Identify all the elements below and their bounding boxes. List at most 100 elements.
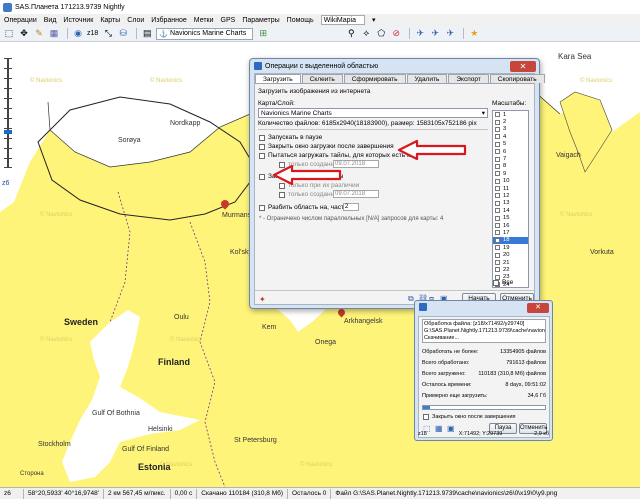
split-parts-input[interactable]: 2 xyxy=(343,203,359,211)
scale-item[interactable]: 7 xyxy=(493,155,528,162)
scale-item[interactable]: 19 xyxy=(493,244,528,251)
scale-item[interactable]: 18 xyxy=(493,236,528,245)
date-field-2[interactable]: 09.07.2018 xyxy=(333,190,379,198)
zoom-slider[interactable] xyxy=(4,58,12,168)
dialog-titlebar[interactable]: Операции с выделенной областью ✕ xyxy=(250,59,539,73)
menu-dropdown-icon[interactable]: ▾ xyxy=(372,16,376,24)
scale-label: 5 xyxy=(503,141,507,148)
scale-checkbox xyxy=(495,156,500,162)
scale-item[interactable]: 10 xyxy=(493,178,528,185)
menu-item-help[interactable]: Помощь xyxy=(287,17,314,24)
menu-item-favorites[interactable]: Избранное xyxy=(151,17,186,24)
menu-item-operations[interactable]: Операции xyxy=(4,17,37,24)
favorites-star-icon[interactable]: ★ xyxy=(468,28,480,40)
scale-item[interactable]: 13 xyxy=(493,200,528,207)
satellite-3-icon[interactable]: ✈ xyxy=(444,28,456,40)
scale-label: 12 xyxy=(503,192,510,199)
tab-download[interactable]: Загрузить xyxy=(255,74,301,83)
scale-item[interactable]: 12 xyxy=(493,192,528,199)
globe-icon[interactable]: ◉ xyxy=(72,28,84,40)
scale-checkbox xyxy=(495,171,500,177)
scales-list[interactable]: 1 2 3 4 5 6 7 8 9 10 11 12 13 14 15 16 17 18 19 20 21 22 23 24 xyxy=(492,110,529,288)
copy-icon[interactable]: ⧉ xyxy=(408,294,414,304)
progress-row: Обработать не более: 13354905 файлов xyxy=(422,349,546,355)
scale-item[interactable]: 15 xyxy=(493,214,528,221)
dialog-close-button[interactable]: ✕ xyxy=(510,60,536,72)
scale-item[interactable]: 16 xyxy=(493,222,528,229)
map-layer-select[interactable]: Navionics Marine Charts ▾ xyxy=(258,108,488,118)
scale-item[interactable]: 17 xyxy=(493,229,528,236)
menu-item-layers[interactable]: Слои xyxy=(127,17,144,24)
checkbox-split[interactable]: Разбить область на, части*: xyxy=(259,204,352,211)
satellite-icon[interactable]: ✈ xyxy=(414,28,426,40)
scale-item[interactable]: 22 xyxy=(493,266,528,273)
menu-item-settings[interactable]: Параметры xyxy=(242,17,279,24)
tab-delete[interactable]: Удалить xyxy=(406,74,448,83)
download-progress-window: ✕ Обработка файла: [z18/x71492/y29740] G… xyxy=(414,300,553,441)
layers-icon[interactable]: ⛁ xyxy=(117,28,129,40)
scale-item[interactable]: 21 xyxy=(493,259,528,266)
progress-close-button[interactable]: ✕ xyxy=(527,303,549,313)
move-icon[interactable]: ✥ xyxy=(18,28,30,40)
label-gulf-bothnia: Gulf Of Bothnia xyxy=(92,410,140,417)
checkbox-close-after[interactable]: Закрыть окно загрузки после завершения xyxy=(259,143,394,150)
map-type-icon[interactable]: ▤ xyxy=(141,28,153,40)
chevron-down-icon: ▾ xyxy=(481,110,485,117)
path-icon[interactable]: ⟡ xyxy=(360,28,372,40)
menu-item-view[interactable]: Вид xyxy=(44,17,57,24)
tab-export[interactable]: Экспорт xyxy=(448,74,489,83)
polygon-icon[interactable]: ⬠ xyxy=(375,28,387,40)
zoom-tool-icon[interactable]: ⤡ xyxy=(102,28,114,40)
scale-item[interactable]: 11 xyxy=(493,185,528,192)
status-downloaded: Скачано 110184 (310,8 Мб) xyxy=(197,488,289,499)
map-layer-value: Navionics Marine Charts xyxy=(261,110,332,117)
label-finland: Finland xyxy=(158,357,190,367)
block-icon[interactable]: ⊘ xyxy=(390,28,402,40)
status-zoom: z6 xyxy=(0,488,24,499)
zoom-level[interactable]: z18 xyxy=(87,30,98,37)
scale-item[interactable]: 2 xyxy=(493,118,528,125)
label-vorkuta: Vorkuta xyxy=(590,249,614,256)
select-rect-icon[interactable]: ⬚ xyxy=(3,28,15,40)
menu-item-marks[interactable]: Метки xyxy=(194,17,214,24)
scale-item[interactable]: 4 xyxy=(493,133,528,140)
ruler-icon[interactable]: ✎ xyxy=(33,28,45,40)
scale-item[interactable]: 9 xyxy=(493,170,528,177)
tab-stitch[interactable]: Склеить xyxy=(301,74,343,83)
tab-copy[interactable]: Скопировать xyxy=(489,74,545,83)
scale-item[interactable]: 20 xyxy=(493,251,528,258)
checkbox-pause[interactable]: Запускать в паузе xyxy=(259,134,322,141)
progress-zoom: z18 xyxy=(418,431,427,437)
watermark: © Navionics xyxy=(300,462,333,468)
scale-label: 9 xyxy=(503,170,507,177)
map-layer-label: Карта/Слой: xyxy=(258,100,295,107)
dialog-title: Операции с выделенной областью xyxy=(265,62,379,70)
pin-icon[interactable]: ⚲ xyxy=(345,28,357,40)
menu-item-source[interactable]: Источник xyxy=(63,17,93,24)
tab-generate[interactable]: Сформировать xyxy=(343,74,406,83)
scale-item[interactable]: 8 xyxy=(493,163,528,170)
scale-item[interactable]: 6 xyxy=(493,148,528,155)
checkbox-try-load[interactable]: Пытаться загружать тайлы, для которых ес… xyxy=(259,152,416,159)
scale-item[interactable]: 3 xyxy=(493,126,528,133)
scale-checkbox xyxy=(495,112,500,118)
checkbox-all-scales[interactable]: Все xyxy=(493,279,513,286)
overlay-icon[interactable]: ⊞ xyxy=(257,28,269,40)
scale-label: 4 xyxy=(503,133,507,140)
wikimapia-combo[interactable]: WikiMapia xyxy=(320,15,365,25)
scale-checkbox xyxy=(495,134,500,140)
satellite-2-icon[interactable]: ✈ xyxy=(429,28,441,40)
menu-item-gps[interactable]: GPS xyxy=(221,17,236,24)
zoom-slider-knob[interactable] xyxy=(4,130,12,134)
scale-item[interactable]: 5 xyxy=(493,141,528,148)
mark-icon[interactable]: ▦ xyxy=(48,28,60,40)
checkbox-close-window[interactable]: Закрыть окно после завершения xyxy=(423,414,516,420)
progress-row: Всего обработано: 791613 файлов xyxy=(422,360,546,366)
scale-item[interactable]: 1 xyxy=(493,111,528,118)
progress-row: Всего загружено: 110183 (310,8 Мб) файлов xyxy=(422,371,546,377)
pin-tool-icon[interactable]: ✦ xyxy=(259,295,266,304)
scale-item[interactable]: 14 xyxy=(493,207,528,214)
map-source-combo[interactable]: ⚓ Navionics Marine Charts xyxy=(156,27,254,40)
menu-item-maps[interactable]: Карты xyxy=(100,17,120,24)
status-bar: z6 58°20,5933' 40°16,9748' 2 км 567,45 м… xyxy=(0,487,640,499)
